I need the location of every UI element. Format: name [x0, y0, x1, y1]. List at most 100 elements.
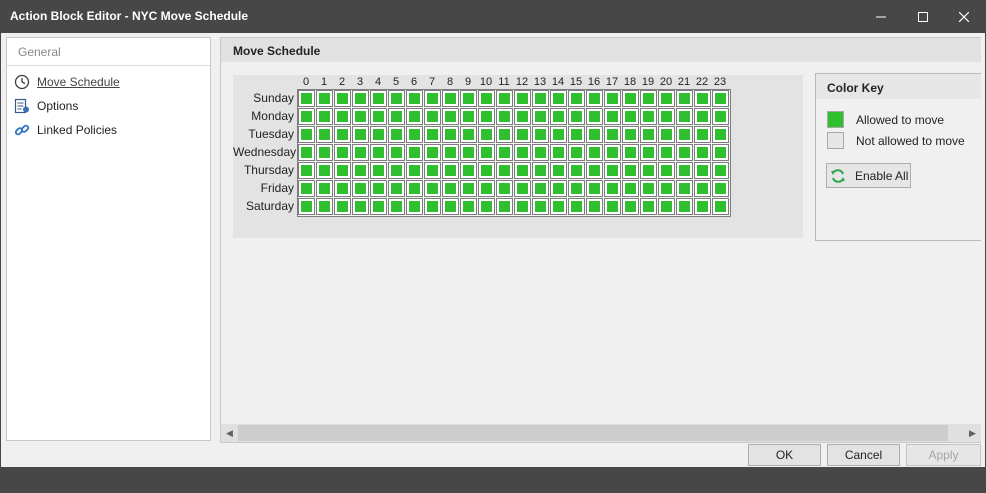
schedule-cell[interactable] [658, 162, 675, 179]
horizontal-scrollbar[interactable]: ◀ ▶ [221, 424, 981, 442]
schedule-cell[interactable] [532, 108, 549, 125]
schedule-cell[interactable] [316, 90, 333, 107]
schedule-cell[interactable] [352, 108, 369, 125]
schedule-cell[interactable] [658, 90, 675, 107]
schedule-cell[interactable] [388, 126, 405, 143]
schedule-cell[interactable] [478, 162, 495, 179]
schedule-cell[interactable] [370, 126, 387, 143]
schedule-cell[interactable] [640, 180, 657, 197]
schedule-cell[interactable] [676, 144, 693, 161]
schedule-cell[interactable] [676, 126, 693, 143]
schedule-cell[interactable] [604, 180, 621, 197]
schedule-cell[interactable] [460, 180, 477, 197]
schedule-cell[interactable] [568, 198, 585, 215]
schedule-cell[interactable] [550, 180, 567, 197]
schedule-cell[interactable] [496, 126, 513, 143]
schedule-cell[interactable] [622, 90, 639, 107]
schedule-cell[interactable] [406, 126, 423, 143]
schedule-cell[interactable] [406, 144, 423, 161]
schedule-cell[interactable] [550, 198, 567, 215]
schedule-cell[interactable] [424, 162, 441, 179]
schedule-cell[interactable] [676, 162, 693, 179]
schedule-cell[interactable] [514, 198, 531, 215]
schedule-cell[interactable] [532, 162, 549, 179]
schedule-cell[interactable] [316, 162, 333, 179]
nav-item-options[interactable]: Options [13, 95, 203, 117]
schedule-cell[interactable] [298, 144, 315, 161]
schedule-cell[interactable] [604, 108, 621, 125]
schedule-cell[interactable] [370, 144, 387, 161]
schedule-cell[interactable] [352, 144, 369, 161]
schedule-cell[interactable] [658, 180, 675, 197]
schedule-cell[interactable] [568, 108, 585, 125]
scrollbar-thumb[interactable] [238, 425, 948, 441]
schedule-cell[interactable] [658, 126, 675, 143]
schedule-cell[interactable] [622, 126, 639, 143]
schedule-cell[interactable] [550, 90, 567, 107]
schedule-cell[interactable] [406, 162, 423, 179]
ok-button[interactable]: OK [748, 444, 821, 466]
schedule-cell[interactable] [460, 126, 477, 143]
schedule-cell[interactable] [406, 90, 423, 107]
schedule-cell[interactable] [604, 198, 621, 215]
schedule-cell[interactable] [586, 108, 603, 125]
schedule-cell[interactable] [460, 108, 477, 125]
schedule-cell[interactable] [568, 126, 585, 143]
schedule-cell[interactable] [532, 144, 549, 161]
schedule-cell[interactable] [622, 198, 639, 215]
schedule-cell[interactable] [712, 126, 729, 143]
schedule-cell[interactable] [442, 126, 459, 143]
schedule-cell[interactable] [496, 90, 513, 107]
schedule-cell[interactable] [712, 108, 729, 125]
schedule-cell[interactable] [298, 162, 315, 179]
schedule-cell[interactable] [568, 90, 585, 107]
schedule-cell[interactable] [352, 162, 369, 179]
schedule-cell[interactable] [424, 108, 441, 125]
schedule-cell[interactable] [586, 126, 603, 143]
close-button[interactable] [942, 0, 986, 33]
schedule-cell[interactable] [406, 198, 423, 215]
schedule-cell[interactable] [496, 198, 513, 215]
schedule-cell[interactable] [424, 90, 441, 107]
schedule-cell[interactable] [460, 162, 477, 179]
schedule-cell[interactable] [640, 90, 657, 107]
schedule-cell[interactable] [334, 198, 351, 215]
schedule-cell[interactable] [550, 108, 567, 125]
schedule-cell[interactable] [622, 108, 639, 125]
schedule-cell[interactable] [442, 180, 459, 197]
schedule-cell[interactable] [496, 180, 513, 197]
schedule-cell[interactable] [658, 108, 675, 125]
schedule-cell[interactable] [316, 126, 333, 143]
schedule-cell[interactable] [370, 180, 387, 197]
schedule-cell[interactable] [478, 108, 495, 125]
schedule-cell[interactable] [586, 90, 603, 107]
schedule-cell[interactable] [334, 162, 351, 179]
schedule-cell[interactable] [568, 162, 585, 179]
schedule-cell[interactable] [568, 180, 585, 197]
schedule-cell[interactable] [316, 180, 333, 197]
schedule-cell[interactable] [712, 180, 729, 197]
schedule-cell[interactable] [298, 126, 315, 143]
schedule-cell[interactable] [316, 198, 333, 215]
schedule-cell[interactable] [676, 198, 693, 215]
schedule-cell[interactable] [550, 162, 567, 179]
enable-all-button[interactable]: Enable All [826, 163, 911, 188]
schedule-cell[interactable] [694, 180, 711, 197]
schedule-cell[interactable] [442, 162, 459, 179]
schedule-cell[interactable] [676, 90, 693, 107]
schedule-cell[interactable] [388, 180, 405, 197]
schedule-cell[interactable] [388, 198, 405, 215]
schedule-cell[interactable] [532, 180, 549, 197]
schedule-cell[interactable] [424, 198, 441, 215]
schedule-cell[interactable] [640, 198, 657, 215]
schedule-cell[interactable] [370, 108, 387, 125]
schedule-cell[interactable] [514, 162, 531, 179]
schedule-cell[interactable] [370, 198, 387, 215]
schedule-cell[interactable] [334, 90, 351, 107]
schedule-cell[interactable] [712, 144, 729, 161]
schedule-cell[interactable] [640, 144, 657, 161]
apply-button[interactable]: Apply [906, 444, 981, 466]
schedule-cell[interactable] [442, 108, 459, 125]
schedule-cell[interactable] [370, 90, 387, 107]
schedule-cell[interactable] [478, 144, 495, 161]
